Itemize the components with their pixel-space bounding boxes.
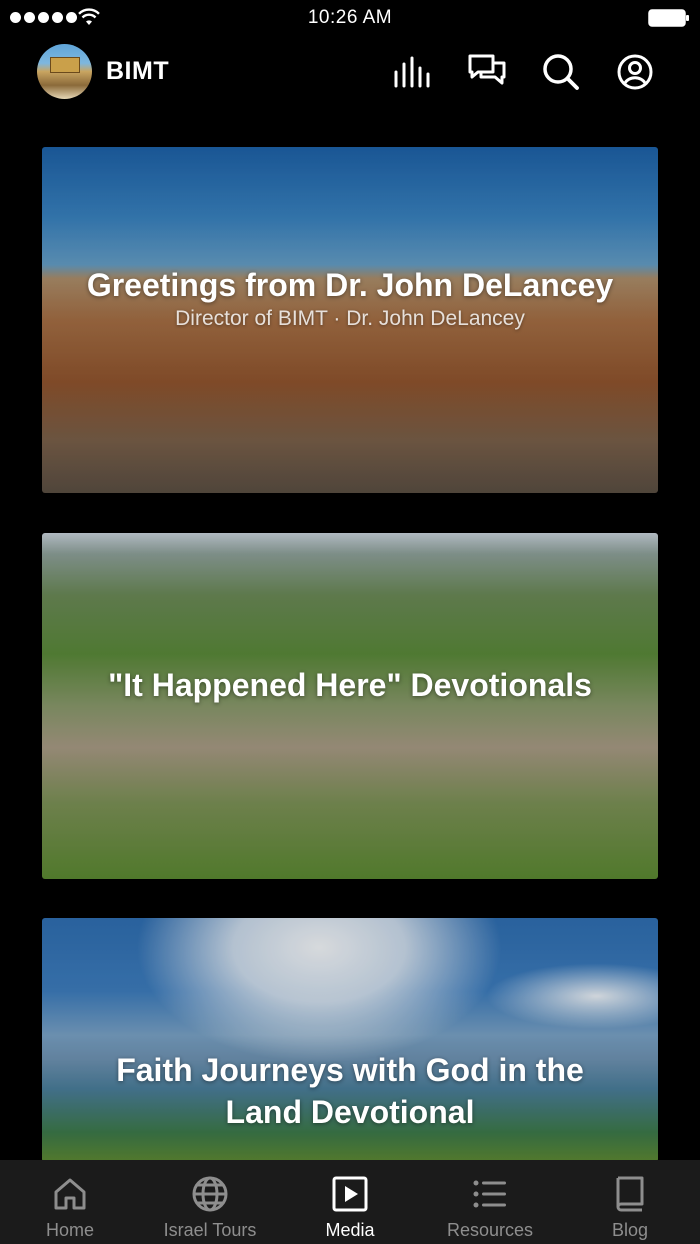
tab-label: Media: [325, 1220, 375, 1240]
tab-label: Israel Tours: [163, 1220, 257, 1240]
book-icon: [616, 1176, 644, 1212]
media-card-greetings[interactable]: Greetings from Dr. John DeLancey Directo…: [42, 147, 658, 493]
card-title: "It Happened Here" Devotionals: [108, 667, 592, 703]
tab-bar: Home Israel Tours Media Resources Blog: [0, 1160, 700, 1244]
card-text: "It Happened Here" Devotionals: [42, 664, 658, 706]
tab-label: Resources: [446, 1220, 534, 1240]
equalizer-icon[interactable]: [390, 50, 434, 94]
tab-resources[interactable]: Resources: [420, 1160, 560, 1244]
media-card-it-happened-here[interactable]: "It Happened Here" Devotionals: [42, 533, 658, 879]
tab-israel-tours[interactable]: Israel Tours: [140, 1160, 280, 1244]
tab-blog[interactable]: Blog: [560, 1160, 700, 1244]
card-subtitle: Director of BIMT · Dr. John DeLancey: [175, 307, 525, 330]
status-time: 10:26 AM: [307, 7, 393, 28]
card-title: Greetings from Dr. John DeLancey: [86, 267, 614, 303]
globe-icon: [192, 1176, 228, 1212]
app-header: BIMT: [0, 36, 700, 108]
play-icon: [332, 1176, 368, 1212]
tab-label: Home: [45, 1220, 94, 1240]
status-bar: 10:26 AM: [0, 0, 700, 36]
home-icon: [54, 1178, 86, 1210]
search-icon[interactable]: [539, 50, 583, 94]
tab-label: Blog: [611, 1220, 649, 1240]
app-logo-icon[interactable]: [37, 44, 92, 99]
profile-icon[interactable]: [613, 50, 657, 94]
list-icon: [473, 1180, 506, 1208]
battery-icon: [648, 9, 689, 27]
chat-icon[interactable]: [465, 50, 509, 94]
tab-home[interactable]: Home: [0, 1160, 140, 1244]
card-text: Greetings from Dr. John DeLancey Directo…: [42, 264, 658, 331]
card-text: Faith Journeys with God in the Land Devo…: [42, 1049, 658, 1133]
brand-title: BIMT: [106, 57, 170, 85]
tab-media[interactable]: Media: [280, 1160, 420, 1244]
media-card-faith-journeys[interactable]: Faith Journeys with God in the Land Devo…: [42, 918, 658, 1162]
card-title: Faith Journeys with God in the Land Devo…: [116, 1052, 584, 1130]
